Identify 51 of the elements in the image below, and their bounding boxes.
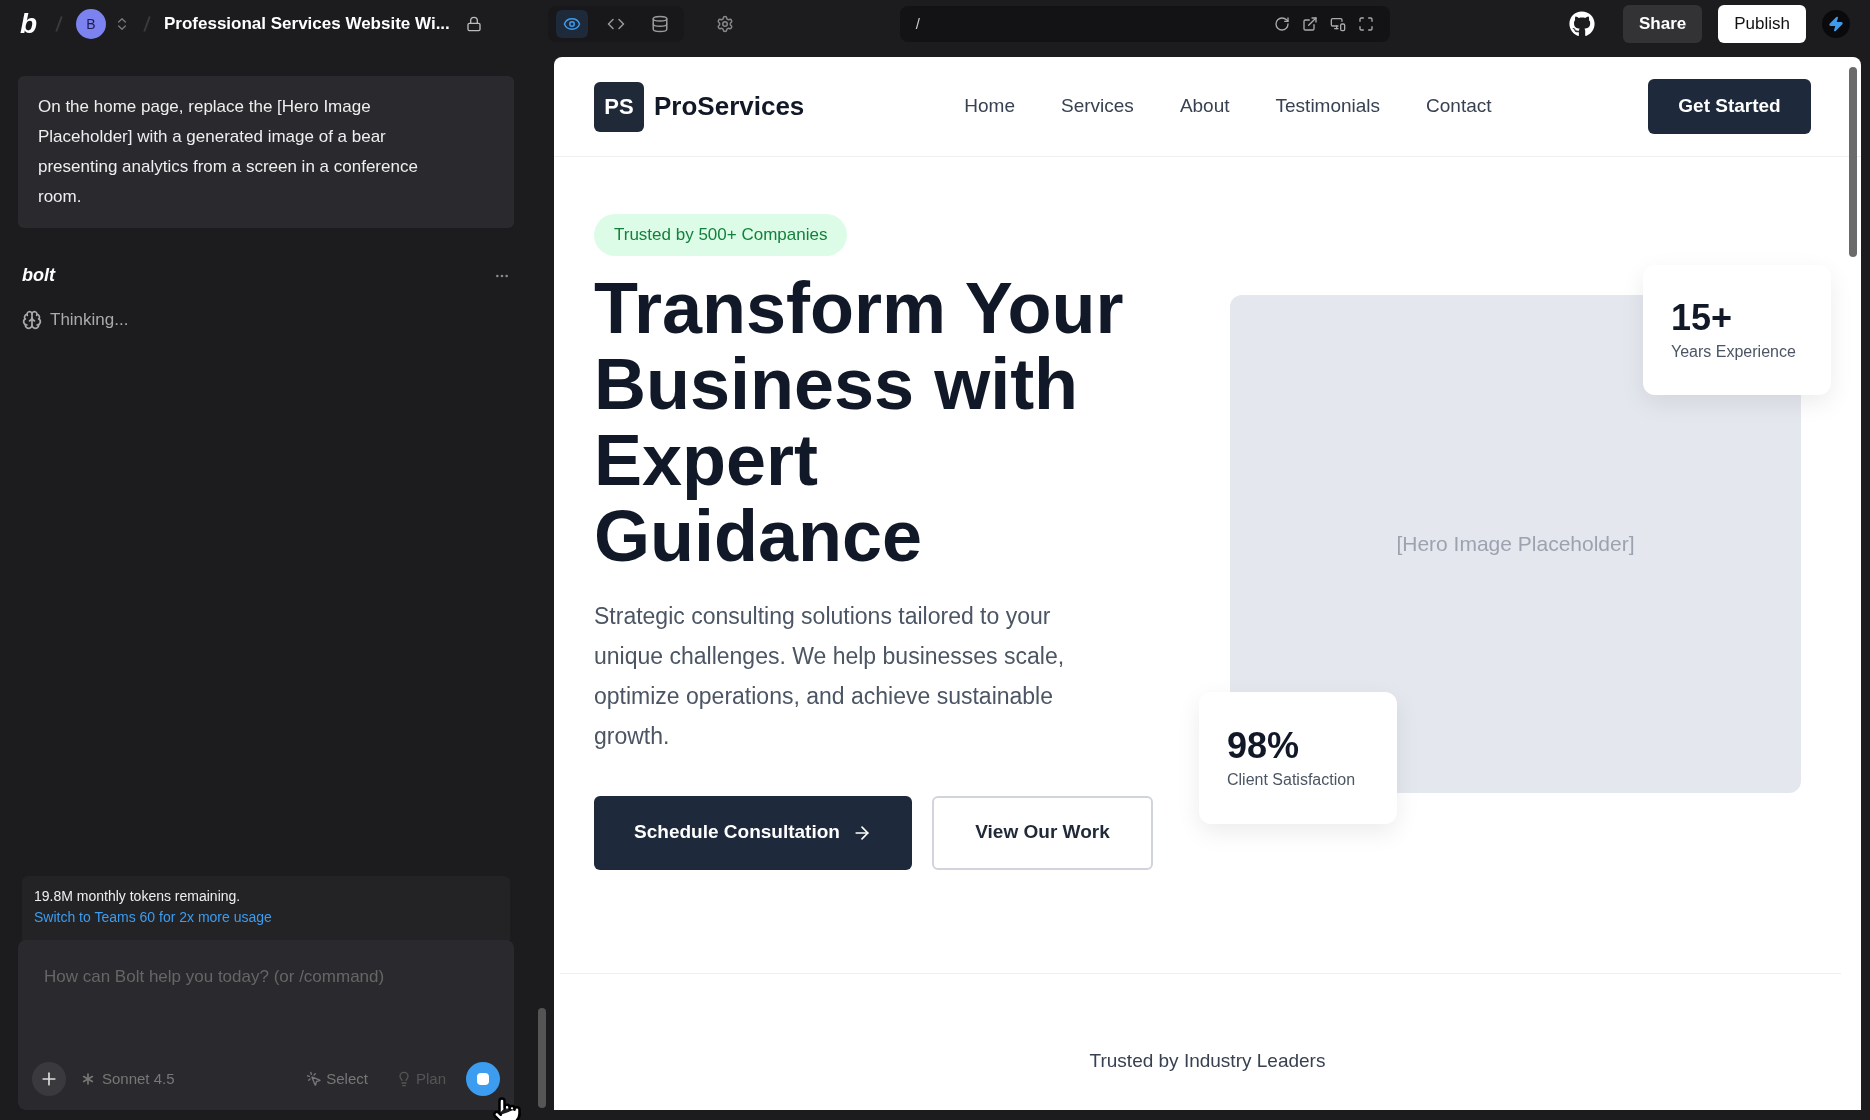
brand-name[interactable]: ProServices: [654, 87, 805, 126]
get-started-button[interactable]: Get Started: [1648, 79, 1811, 134]
nav-link[interactable]: About: [1179, 92, 1230, 121]
logo[interactable]: b: [20, 3, 42, 45]
stat-value: 15+: [1671, 296, 1734, 340]
devices-icon[interactable]: [1329, 16, 1346, 32]
bolt-button[interactable]: [1822, 10, 1850, 38]
external-link-icon[interactable]: [1301, 16, 1318, 32]
breadcrumb-separator: [55, 16, 63, 32]
settings-icon[interactable]: [715, 15, 734, 33]
stop-button[interactable]: [466, 1062, 500, 1096]
github-icon[interactable]: [1569, 11, 1595, 37]
lightning-icon: [1828, 16, 1844, 32]
description: Strategic consulting solutions tailored to your unique challenges. We help businesses scale, optimize operations, and achieve sustainable growth.: [594, 601, 1066, 751]
status-text: Thinking...: [50, 309, 129, 331]
fullscreen-icon[interactable]: [1357, 16, 1374, 32]
project-title[interactable]: Professional Services Website Wi...: [164, 11, 450, 37]
stat-label: Years Experience: [1671, 342, 1797, 362]
stat-label: Client Satisfaction: [1227, 770, 1357, 790]
breadcrumb-separator: [143, 16, 151, 32]
eye-icon: [562, 15, 581, 33]
view-work-button[interactable]: View Our Work: [932, 795, 1153, 870]
upgrade-link[interactable]: Switch to Teams 60 for 2x more usage: [34, 907, 498, 928]
avatar[interactable]: B: [76, 9, 106, 39]
share-button[interactable]: Share: [1623, 5, 1703, 43]
trust-badge: Trusted by 500+ Companies: [594, 214, 848, 256]
url-bar[interactable]: /: [899, 6, 1390, 42]
section-heading: Trusted by Industry Leaders: [1088, 1049, 1327, 1073]
schedule-button[interactable]: Schedule Consultation: [594, 795, 912, 870]
chat-input[interactable]: How can Bolt help you today? (or /command): [32, 964, 500, 990]
publish-button[interactable]: Publish: [1718, 5, 1806, 43]
placeholder-text: [Hero Image Placeholder]: [1396, 531, 1635, 558]
nav-link[interactable]: Services: [1061, 92, 1134, 121]
user-message: On the home page, replace the [Hero Image Placeholder] with a generated image of a bear presenting analytics from a screen in a conference room.: [18, 76, 514, 228]
stat-value: 98%: [1227, 724, 1301, 768]
hand-cursor-icon: [492, 1096, 522, 1120]
lock-icon[interactable]: [465, 16, 482, 32]
nav-link[interactable]: Home: [964, 92, 1015, 121]
nav-link[interactable]: Contact: [1426, 92, 1492, 121]
url-text: /: [915, 13, 921, 34]
brain-icon: [22, 309, 42, 330]
assistant-name: bolt: [22, 264, 55, 287]
cursor-icon: [306, 1071, 323, 1087]
tokens-text: 19.8M monthly tokens remaining.: [34, 887, 242, 906]
database-icon: [650, 15, 669, 33]
headline: Transform Your Business with Expert Guidance: [594, 269, 1125, 574]
reload-icon[interactable]: [1273, 16, 1290, 32]
preview-tab[interactable]: [555, 10, 588, 38]
logo-mark[interactable]: PS: [594, 81, 644, 132]
add-button[interactable]: [32, 1062, 66, 1096]
nav-link[interactable]: Testimonials: [1275, 92, 1381, 121]
